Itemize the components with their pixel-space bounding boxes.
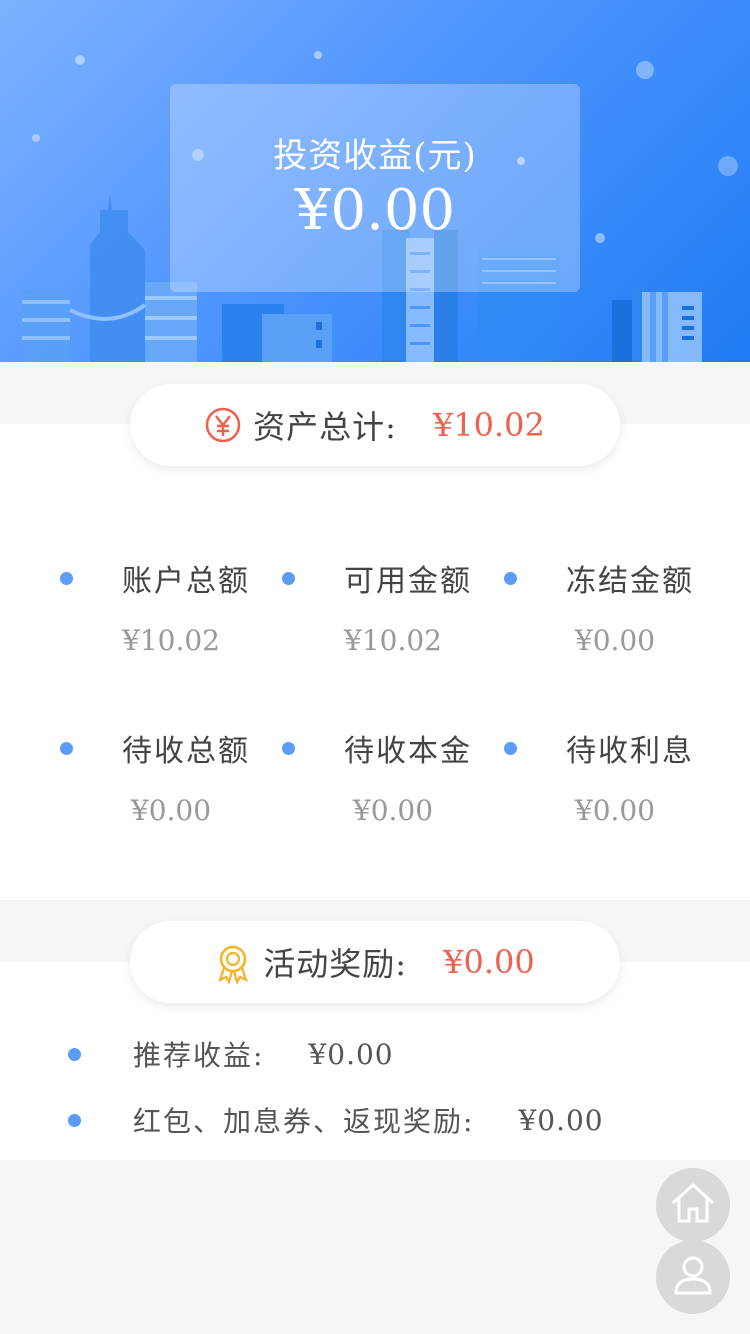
- asset-item-value: ¥0.00: [574, 624, 656, 657]
- asset-item-value: ¥10.02: [344, 624, 442, 657]
- asset-item-label: 账户总额: [122, 564, 250, 599]
- asset-item-pending-principal: 待收本金 ¥0.00: [282, 726, 504, 866]
- asset-item-label: 可用金额: [344, 564, 472, 599]
- yuan-coin-icon: [205, 407, 241, 443]
- earnings-amount: ¥0.00: [294, 178, 456, 243]
- asset-item-pending-interest: 待收利息 ¥0.00: [504, 726, 726, 866]
- asset-item-value: ¥0.00: [574, 794, 656, 827]
- asset-item-account-total: 账户总额 ¥10.02: [60, 556, 282, 696]
- asset-item-frozen: 冻结金额 ¥0.00: [504, 556, 726, 696]
- asset-item-label: 冻结金额: [566, 564, 694, 599]
- bullet-dot: [68, 1113, 81, 1127]
- asset-item-label: 待收总额: [122, 734, 250, 769]
- rewards-total-label: 活动奖励:: [263, 945, 408, 983]
- asset-item-pending-total: 待收总额 ¥0.00: [60, 726, 282, 866]
- asset-item-value: ¥0.00: [352, 794, 434, 827]
- reward-item-referral: 推荐收益: ¥0.00: [68, 1034, 394, 1074]
- asset-item-value: ¥0.00: [130, 794, 212, 827]
- asset-item-value: ¥10.02: [122, 624, 220, 657]
- reward-item-value: ¥0.00: [518, 1103, 604, 1137]
- reward-item-value: ¥0.00: [308, 1037, 394, 1071]
- user-icon: [667, 1249, 719, 1305]
- earnings-label: 投资收益(元): [273, 136, 477, 176]
- reward-item-label: 红包、加息券、返现奖励:: [133, 1105, 475, 1138]
- award-ribbon-icon: [215, 944, 251, 985]
- profile-button[interactable]: [656, 1240, 730, 1314]
- hero-banner: 投资收益(元) ¥0.00: [0, 0, 750, 362]
- bullet-dot: [68, 1047, 81, 1061]
- reward-item-label: 推荐收益:: [133, 1039, 265, 1072]
- asset-item-available: 可用金额 ¥10.02: [282, 556, 504, 696]
- home-icon: [667, 1177, 719, 1233]
- assets-total-label: 资产总计:: [253, 408, 397, 446]
- home-button[interactable]: [656, 1168, 730, 1242]
- rewards-total-value: ¥0.00: [443, 943, 535, 981]
- assets-total-header: 资产总计: ¥10.02: [130, 384, 620, 466]
- rewards-total-header: 活动奖励: ¥0.00: [130, 921, 620, 1003]
- asset-item-label: 待收利息: [566, 734, 694, 769]
- reward-item-coupons: 红包、加息券、返现奖励: ¥0.00: [68, 1100, 604, 1140]
- assets-total-value: ¥10.02: [432, 406, 545, 444]
- asset-item-label: 待收本金: [344, 734, 472, 769]
